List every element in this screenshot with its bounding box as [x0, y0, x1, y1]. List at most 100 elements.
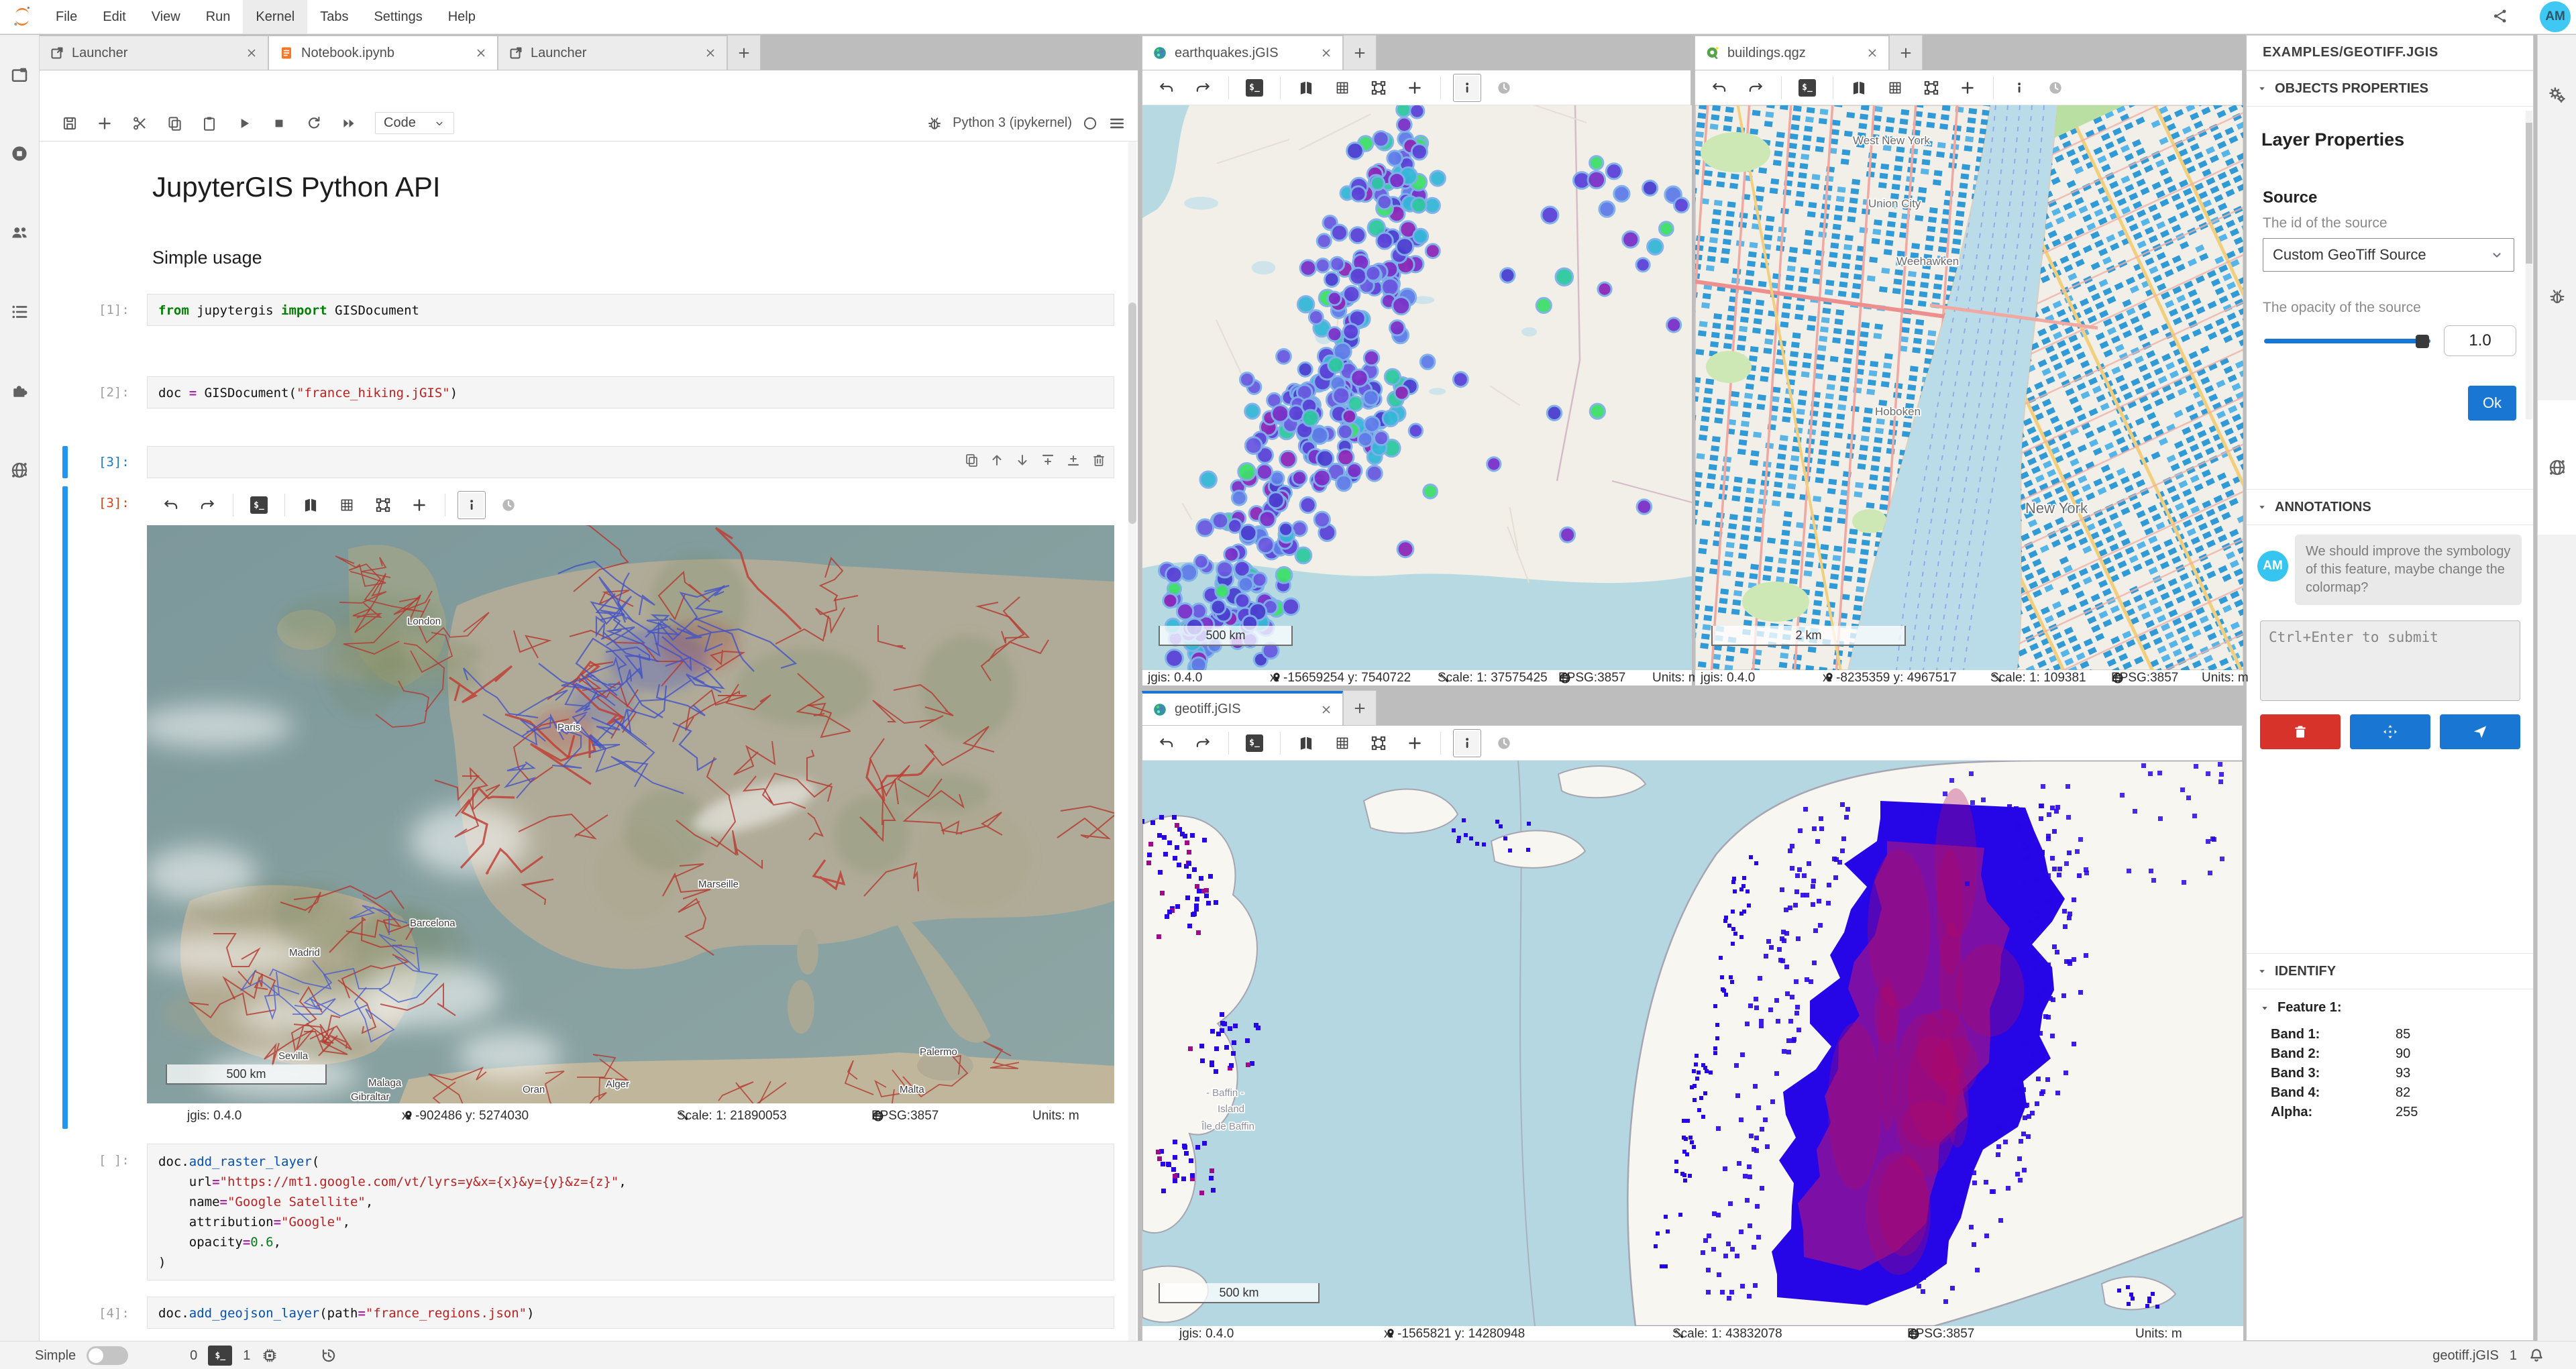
add-layer-icon[interactable]	[1401, 730, 1428, 757]
console-icon[interactable]: $_	[246, 492, 272, 518]
identify-icon[interactable]	[1453, 729, 1481, 757]
terminal-icon[interactable]: $_	[208, 1346, 232, 1366]
menu-help[interactable]: Help	[435, 0, 488, 34]
delete-cell-icon[interactable]	[1091, 452, 1107, 468]
add-layer-icon[interactable]	[406, 492, 433, 518]
vector-layer-icon[interactable]	[1918, 74, 1945, 101]
opacity-slider[interactable]	[2264, 339, 2430, 343]
basemap-icon[interactable]	[1293, 74, 1320, 101]
identify-feature[interactable]: Feature 1:	[2259, 1000, 2342, 1016]
menu-kernel[interactable]: Kernel	[243, 0, 307, 34]
temporal-controller-icon[interactable]	[2042, 74, 2069, 101]
section-identify[interactable]: IDENTIFY	[2247, 953, 2533, 989]
redo-icon[interactable]	[194, 492, 221, 518]
code-cell[interactable]: doc	[147, 446, 1114, 478]
extensions-icon[interactable]	[9, 381, 30, 401]
terminal-count[interactable]: 0	[190, 1348, 197, 1364]
redo-icon[interactable]	[1742, 74, 1769, 101]
section-annotations[interactable]: ANNOTATIONS	[2247, 489, 2533, 525]
tab-buildings[interactable]: buildings.qgz	[1695, 36, 1889, 70]
console-icon[interactable]: $_	[1241, 74, 1268, 101]
buildings-map[interactable]: West New YorkUnion CityWeehawkenHobokenN…	[1695, 105, 2243, 670]
menu-run[interactable]: Run	[193, 0, 244, 34]
earthquakes-map[interactable]: 500 km	[1142, 105, 1692, 670]
undo-icon[interactable]	[1706, 74, 1733, 101]
temporal-controller-icon[interactable]	[495, 492, 522, 518]
kernel-name[interactable]: Python 3 (ipykernel)	[953, 115, 1072, 131]
raster-layer-icon[interactable]	[333, 492, 360, 518]
temporal-controller-icon[interactable]	[1491, 74, 1517, 101]
tab-geotiff[interactable]: geotiff.jGIS	[1142, 691, 1343, 725]
cell-type-select[interactable]: Code	[375, 112, 454, 134]
jupytergis-icon[interactable]	[9, 460, 30, 480]
user-avatar[interactable]: AM	[2540, 1, 2571, 32]
simple-mode-toggle[interactable]	[87, 1346, 128, 1365]
redo-icon[interactable]	[1189, 730, 1216, 757]
new-tab-button[interactable]	[1343, 35, 1377, 70]
annotation-input[interactable]	[2260, 620, 2520, 701]
add-layer-icon[interactable]	[1401, 74, 1428, 101]
console-icon[interactable]: $_	[1241, 730, 1268, 757]
panel-scrollbar-thumb[interactable]	[2526, 123, 2532, 264]
temporal-controller-icon[interactable]	[1491, 730, 1517, 757]
notification-count[interactable]: 1	[2510, 1348, 2517, 1364]
menu-view[interactable]: View	[139, 0, 193, 34]
history-icon[interactable]	[320, 1347, 337, 1364]
submit-annotation-button[interactable]	[2440, 714, 2520, 749]
duplicate-cell-icon[interactable]	[963, 452, 979, 468]
close-icon[interactable]	[245, 46, 258, 60]
basemap-icon[interactable]	[1293, 730, 1320, 757]
menu-settings[interactable]: Settings	[361, 0, 435, 34]
restart-kernel-icon[interactable]	[305, 115, 323, 132]
notebook-scrollbar-thumb[interactable]	[1128, 303, 1136, 524]
add-cell-icon[interactable]	[96, 115, 113, 132]
close-icon[interactable]	[1320, 46, 1333, 60]
opacity-value[interactable]: 1.0	[2444, 325, 2516, 356]
code-cell[interactable]: doc.add_raster_layer( url="https://mt1.g…	[147, 1144, 1114, 1280]
debugger-tab-icon[interactable]	[2547, 286, 2567, 307]
opacity-slider-handle[interactable]	[2416, 335, 2429, 348]
insert-cell-above-icon[interactable]	[1040, 452, 1056, 468]
section-objects-properties[interactable]: OBJECTS PROPERTIES	[2247, 70, 2533, 107]
save-icon[interactable]	[61, 115, 78, 132]
raster-layer-icon[interactable]	[1329, 730, 1356, 757]
identify-icon[interactable]	[458, 491, 486, 519]
undo-icon[interactable]	[1153, 730, 1180, 757]
undo-icon[interactable]	[1153, 74, 1180, 101]
cut-cell-icon[interactable]	[131, 115, 148, 132]
identify-icon[interactable]	[1453, 74, 1481, 102]
close-icon[interactable]	[1866, 46, 1879, 60]
new-tab-button[interactable]	[1889, 35, 1923, 70]
tab-notebook-ipynb[interactable]: Notebook.ipynb	[268, 36, 498, 70]
notifications-bell-icon[interactable]	[2528, 1347, 2545, 1364]
close-icon[interactable]	[1320, 703, 1333, 716]
delete-annotation-button[interactable]	[2260, 714, 2341, 749]
tab-earthquakes[interactable]: earthquakes.jGIS	[1142, 36, 1343, 70]
move-cell-down-icon[interactable]	[1014, 452, 1030, 468]
close-icon[interactable]	[704, 46, 717, 60]
ok-button[interactable]: Ok	[2468, 386, 2516, 421]
code-cell[interactable]: from jupytergis import GISDocument	[147, 294, 1114, 326]
raster-layer-icon[interactable]	[1882, 74, 1909, 101]
basemap-icon[interactable]	[1845, 74, 1872, 101]
undo-icon[interactable]	[158, 492, 184, 518]
run-cell-icon[interactable]	[235, 115, 253, 132]
vector-layer-icon[interactable]	[370, 492, 396, 518]
add-layer-icon[interactable]	[1954, 74, 1981, 101]
close-icon[interactable]	[474, 46, 488, 60]
file-browser-icon[interactable]	[9, 65, 30, 85]
menu-file[interactable]: File	[43, 0, 90, 34]
vector-layer-icon[interactable]	[1365, 730, 1392, 757]
identify-icon[interactable]	[2006, 74, 2033, 101]
copy-cell-icon[interactable]	[166, 115, 183, 132]
code-cell[interactable]: doc.add_geojson_layer(path="france_regio…	[147, 1297, 1114, 1329]
source-select[interactable]: Custom GeoTiff Source	[2263, 238, 2514, 272]
new-tab-button[interactable]	[1343, 690, 1377, 725]
new-launcher-button[interactable]	[727, 35, 761, 70]
debugger-icon[interactable]	[926, 115, 943, 132]
tab-launcher[interactable]: Launcher	[498, 36, 727, 70]
center-annotation-button[interactable]	[2350, 714, 2430, 749]
collaboration-icon[interactable]	[9, 223, 30, 243]
insert-cell-below-icon[interactable]	[1065, 452, 1081, 468]
move-cell-up-icon[interactable]	[989, 452, 1005, 468]
